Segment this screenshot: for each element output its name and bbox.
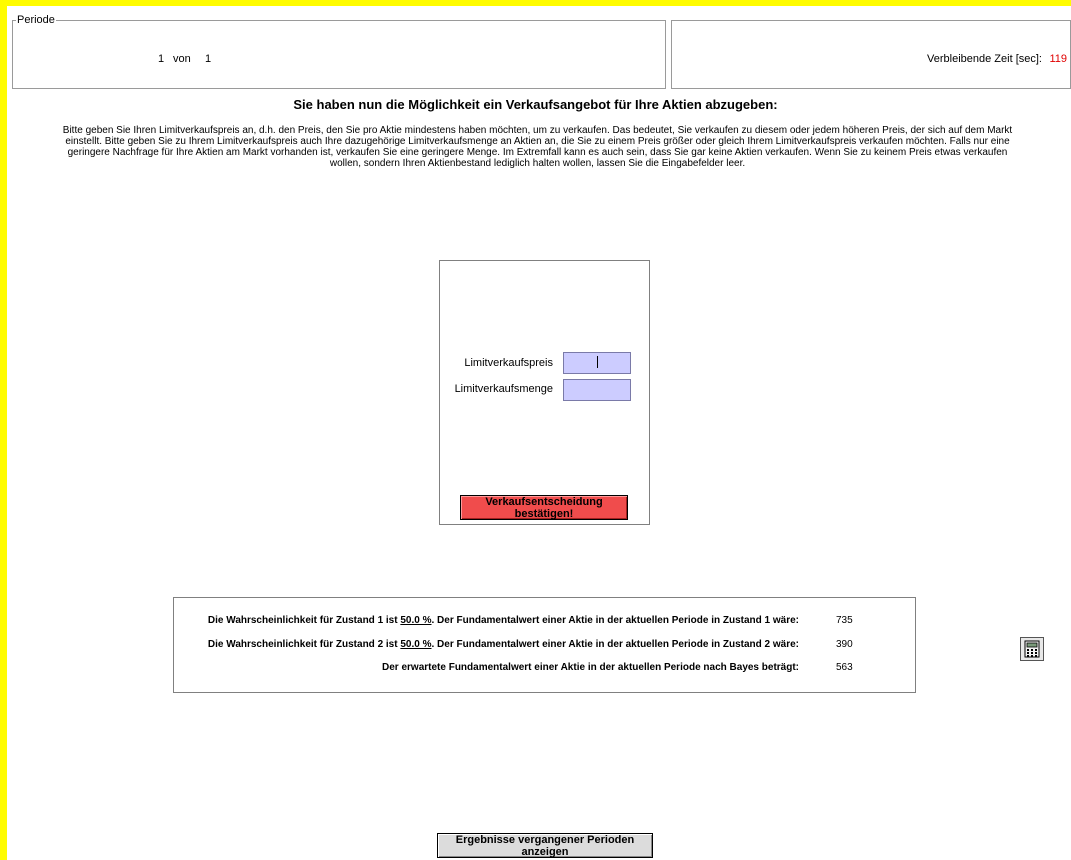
bayes-text: Der erwartete Fundamentalwert einer Akti… bbox=[382, 662, 799, 673]
time-remaining-label: Verbleibende Zeit [sec]: bbox=[927, 53, 1042, 65]
state1-value: 735 bbox=[836, 615, 853, 626]
text-caret bbox=[597, 356, 598, 368]
limit-quantity-input[interactable] bbox=[563, 379, 631, 401]
confirm-sell-button[interactable]: Verkaufsentscheidung bestätigen! bbox=[460, 495, 628, 520]
calculator-button[interactable] bbox=[1020, 637, 1044, 661]
period-current: 1 bbox=[158, 53, 165, 65]
timer-group: Verbleibende Zeit [sec]: 119 bbox=[671, 20, 1071, 89]
periode-group: Periode 1 von 1 bbox=[12, 14, 666, 89]
period-total: 1 bbox=[205, 53, 212, 65]
limit-price-label: Limitverkaufspreis bbox=[464, 357, 553, 369]
state1-text: Die Wahrscheinlichkeit für Zustand 1 ist… bbox=[207, 615, 799, 626]
time-remaining-value: 119 bbox=[1049, 53, 1067, 65]
bayes-row: Der erwartete Fundamentalwert einer Akti… bbox=[174, 662, 914, 676]
state1-probability: 50.0 % bbox=[400, 615, 432, 626]
period-of-label: von bbox=[173, 53, 191, 65]
limit-quantity-label: Limitverkaufsmenge bbox=[454, 383, 553, 395]
limit-price-input[interactable] bbox=[563, 352, 631, 374]
page-heading: Sie haben nun die Möglichkeit ein Verkau… bbox=[293, 97, 778, 112]
periode-group-title: Periode bbox=[16, 14, 56, 26]
show-past-results-button[interactable]: Ergebnisse vergangener Perioden anzeigen bbox=[437, 833, 653, 858]
state2-probability: 50.0 % bbox=[400, 639, 432, 650]
state1-row: Die Wahrscheinlichkeit für Zustand 1 ist… bbox=[174, 615, 914, 629]
calculator-icon bbox=[1024, 640, 1040, 658]
instructions-text: Bitte geben Sie Ihren Limitverkaufspreis… bbox=[62, 125, 1013, 169]
state2-text: Die Wahrscheinlichkeit für Zustand 2 ist… bbox=[207, 639, 799, 650]
bayes-value: 563 bbox=[836, 662, 853, 673]
state2-row: Die Wahrscheinlichkeit für Zustand 2 ist… bbox=[174, 639, 914, 653]
state2-value: 390 bbox=[836, 639, 853, 650]
